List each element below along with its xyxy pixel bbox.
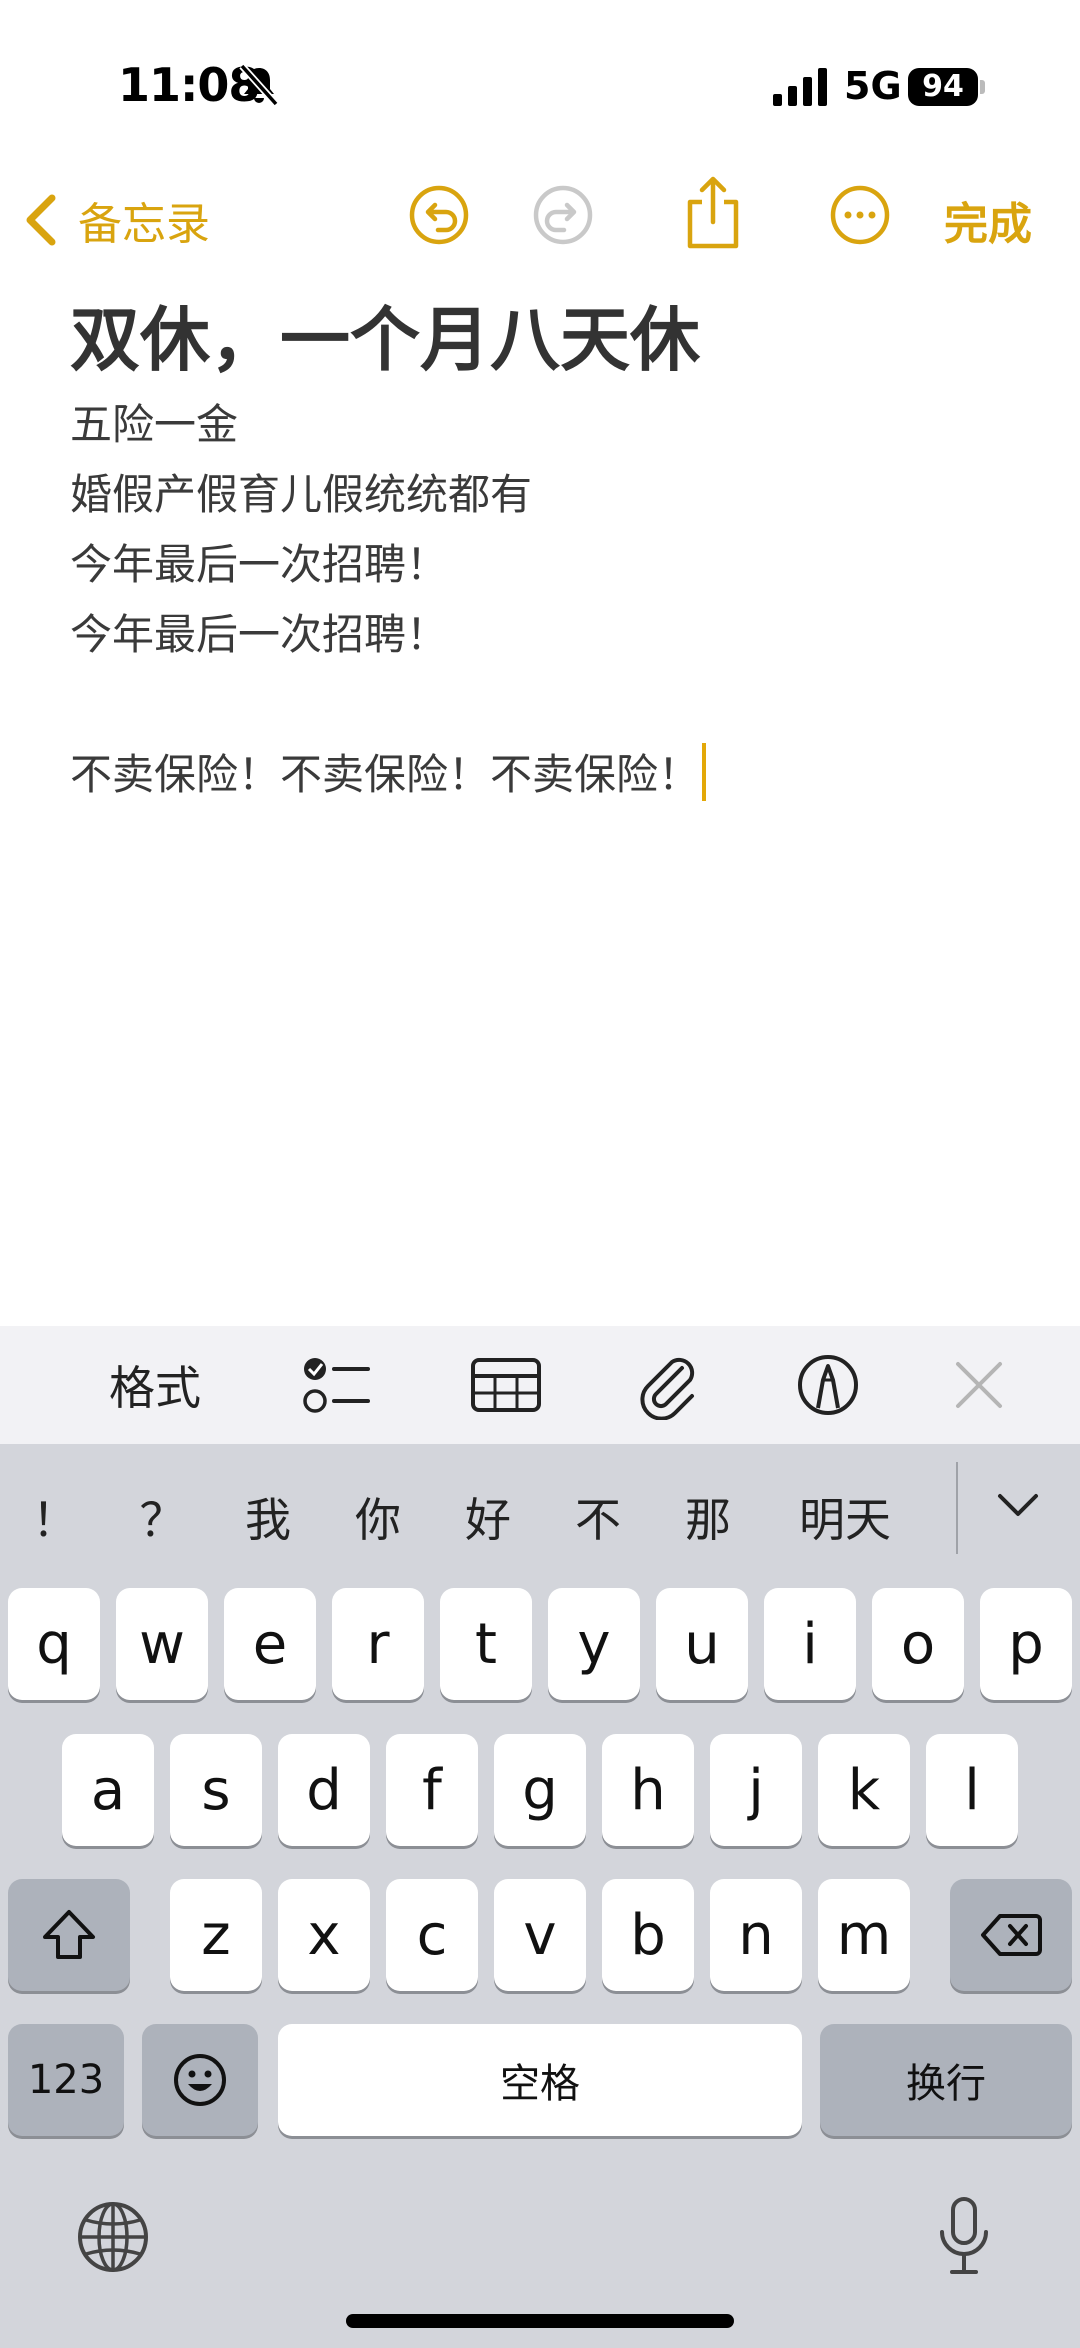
key-j[interactable]: j <box>710 1734 802 1846</box>
candidate-item[interactable]: 我 <box>238 1484 298 1550</box>
candidate-item[interactable]: 那 <box>678 1484 738 1550</box>
key-p[interactable]: p <box>980 1588 1072 1700</box>
globe-icon[interactable] <box>76 2200 150 2274</box>
shift-icon <box>43 1910 95 1959</box>
note-line[interactable] <box>70 670 1030 740</box>
candidate-bar: ！ ？ 我 你 好 不 那 明天 <box>0 1444 1080 1584</box>
redo-icon[interactable] <box>528 180 598 250</box>
signal-icon <box>773 68 827 106</box>
key-f[interactable]: f <box>386 1734 478 1846</box>
format-toolbar: 格式 <box>0 1326 1080 1444</box>
checklist-button[interactable] <box>298 1350 374 1420</box>
key-e[interactable]: e <box>224 1588 316 1700</box>
note-line[interactable]: 今年最后一次招聘！ <box>70 600 1030 670</box>
key-b[interactable]: b <box>602 1879 694 1991</box>
battery-level: 94 <box>908 68 978 106</box>
key-u[interactable]: u <box>656 1588 748 1700</box>
collapse-chevron-icon[interactable] <box>996 1490 1040 1520</box>
key-y[interactable]: y <box>548 1588 640 1700</box>
space-key[interactable]: 空格 <box>278 2024 802 2136</box>
numbers-key[interactable]: 123 <box>8 2024 124 2136</box>
note-line-last[interactable]: 不卖保险！不卖保险！不卖保险！ <box>70 740 1030 810</box>
candidate-item[interactable]: 不 <box>568 1484 628 1550</box>
close-toolbar-button[interactable] <box>944 1350 1014 1420</box>
nav-bar: 备忘录 完成 <box>0 170 1080 270</box>
key-m[interactable]: m <box>818 1879 910 1991</box>
done-button[interactable]: 完成 <box>944 188 1032 252</box>
key-s[interactable]: s <box>170 1734 262 1846</box>
mic-icon[interactable] <box>936 2196 992 2278</box>
paperclip-icon <box>640 1357 695 1420</box>
key-t[interactable]: t <box>440 1588 532 1700</box>
key-r[interactable]: r <box>332 1588 424 1700</box>
close-icon <box>956 1362 1002 1408</box>
key-n[interactable]: n <box>710 1879 802 1991</box>
bell-slash-icon <box>239 63 279 107</box>
candidate-item[interactable]: 你 <box>348 1484 408 1550</box>
return-key[interactable]: 换行 <box>820 2024 1072 2136</box>
more-icon[interactable] <box>825 180 895 250</box>
table-icon <box>471 1358 541 1412</box>
candidate-item[interactable]: 好 <box>458 1484 518 1550</box>
keyboard: ！ ？ 我 你 好 不 那 明天 q w e r t y u i o p a s… <box>0 1444 1080 2348</box>
key-a[interactable]: a <box>62 1734 154 1846</box>
key-o[interactable]: o <box>872 1588 964 1700</box>
candidate-divider <box>956 1462 958 1554</box>
candidate-item[interactable]: 明天 <box>790 1484 900 1550</box>
checklist-icon <box>303 1358 370 1413</box>
battery-tip <box>980 80 985 94</box>
candidate-item[interactable]: ？ <box>135 1484 190 1550</box>
emoji-icon <box>174 2054 226 2106</box>
back-label: 备忘录 <box>78 199 210 250</box>
note-line[interactable]: 五险一金 <box>70 390 1030 460</box>
back-button[interactable]: 备忘录 <box>20 180 210 260</box>
key-v[interactable]: v <box>494 1879 586 1991</box>
undo-icon[interactable] <box>404 180 474 250</box>
delete-key[interactable] <box>950 1879 1072 1991</box>
key-x[interactable]: x <box>278 1879 370 1991</box>
share-icon[interactable] <box>678 174 748 250</box>
markup-icon <box>798 1355 858 1415</box>
home-indicator[interactable] <box>346 2314 734 2328</box>
note-editor[interactable]: 双休，一个月八天休 五险一金 婚假产假育儿假统统都有 今年最后一次招聘！ 今年最… <box>70 290 1030 810</box>
markup-button[interactable] <box>790 1350 866 1420</box>
emoji-key[interactable] <box>142 2024 258 2136</box>
note-line-text: 不卖保险！不卖保险！不卖保险！ <box>70 750 701 799</box>
key-k[interactable]: k <box>818 1734 910 1846</box>
key-h[interactable]: h <box>602 1734 694 1846</box>
attach-button[interactable] <box>634 1350 710 1420</box>
key-g[interactable]: g <box>494 1734 586 1846</box>
format-button[interactable]: 格式 <box>100 1350 210 1420</box>
note-line[interactable]: 婚假产假育儿假统统都有 <box>70 460 1030 530</box>
format-label: 格式 <box>109 1361 201 1415</box>
key-z[interactable]: z <box>170 1879 262 1991</box>
back-chevron-icon <box>26 194 56 246</box>
network-type: 5G <box>844 64 902 108</box>
key-q[interactable]: q <box>8 1588 100 1700</box>
candidate-item[interactable]: ！ <box>30 1484 80 1550</box>
text-cursor <box>702 743 707 801</box>
key-i[interactable]: i <box>764 1588 856 1700</box>
key-w[interactable]: w <box>116 1588 208 1700</box>
shift-key[interactable] <box>8 1879 130 1991</box>
key-c[interactable]: c <box>386 1879 478 1991</box>
key-d[interactable]: d <box>278 1734 370 1846</box>
table-button[interactable] <box>468 1350 544 1420</box>
delete-icon <box>981 1914 1042 1956</box>
note-line[interactable]: 今年最后一次招聘！ <box>70 530 1030 600</box>
key-l[interactable]: l <box>926 1734 1018 1846</box>
note-title[interactable]: 双休，一个月八天休 <box>70 290 1030 390</box>
status-bar: 11:08 5G 94 <box>0 0 1080 170</box>
